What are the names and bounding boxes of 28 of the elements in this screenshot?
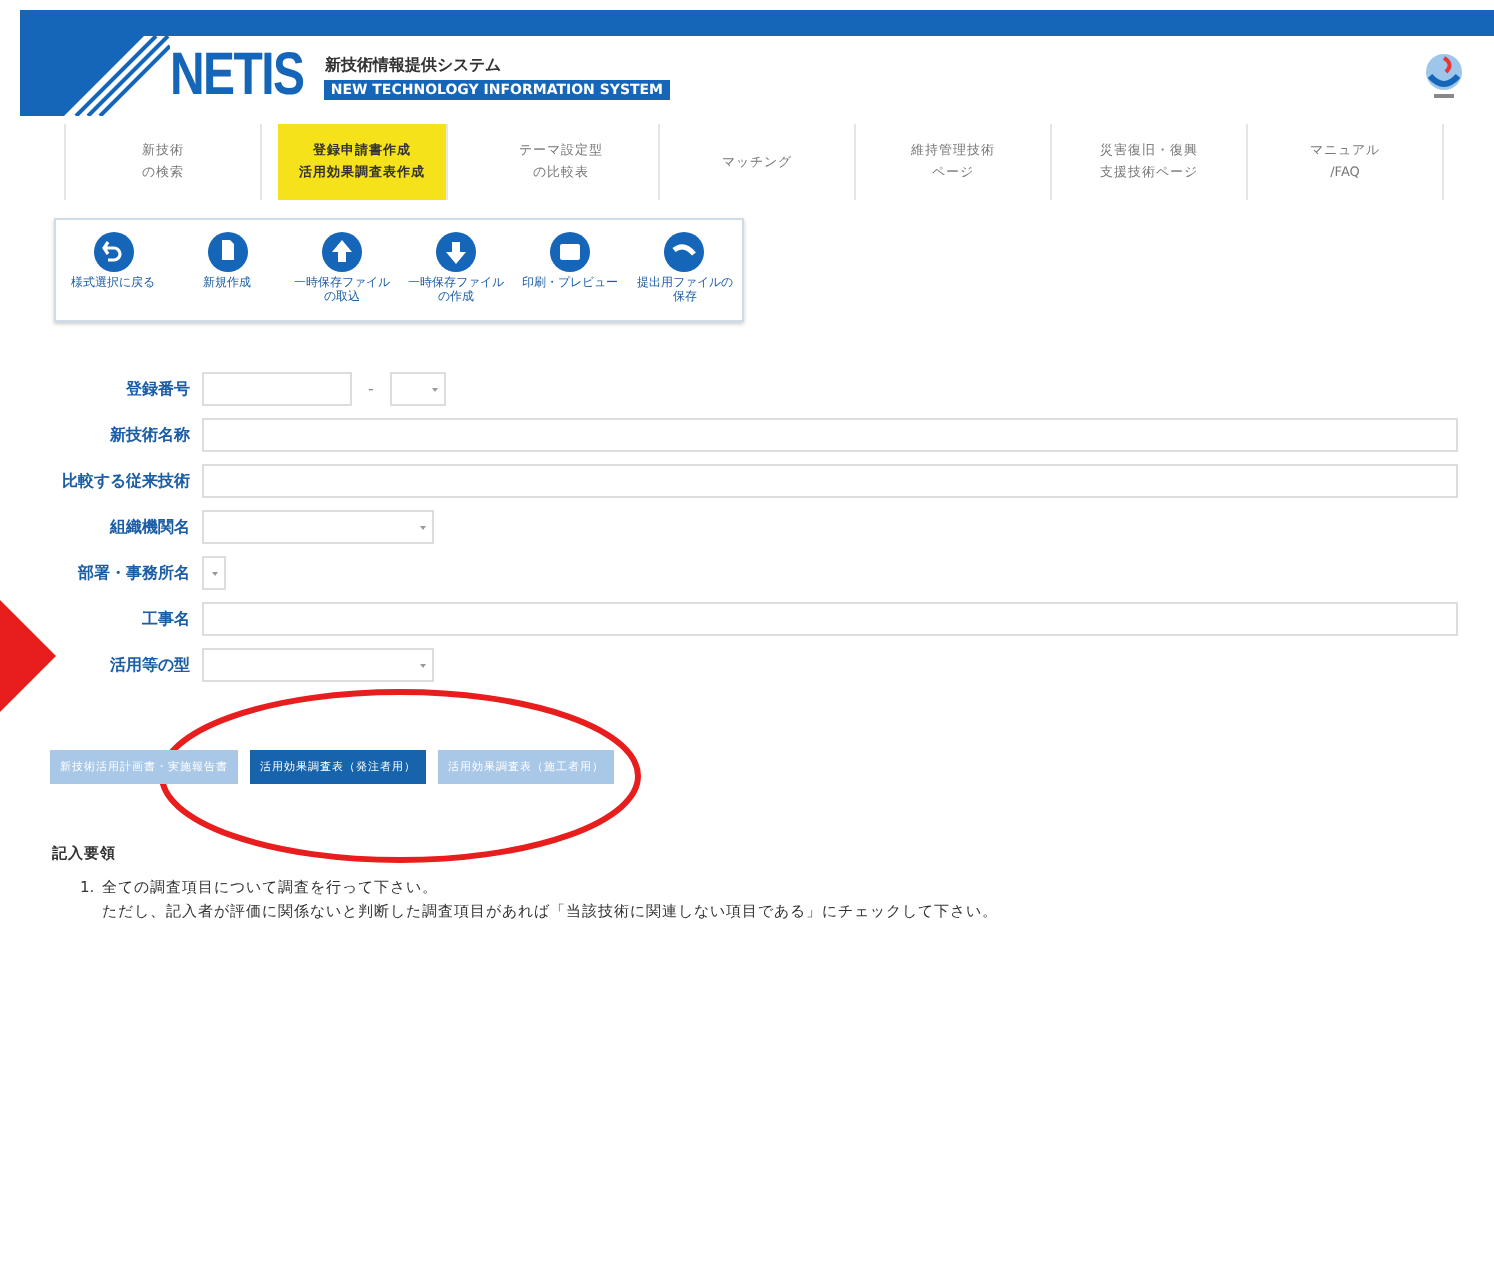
arrow-annotation-icon <box>0 600 56 712</box>
select-field[interactable] <box>202 648 434 682</box>
caret-icon <box>431 387 438 391</box>
select-field[interactable] <box>202 510 434 544</box>
printer-icon <box>550 232 591 272</box>
select-field[interactable] <box>389 372 446 406</box>
input-field[interactable] <box>202 602 1458 636</box>
emblem-icon <box>1422 52 1466 100</box>
caret-icon <box>212 571 218 575</box>
field-label: 活用等の型 <box>108 654 192 676</box>
document-icon <box>207 232 248 272</box>
separator-text: - <box>368 380 374 398</box>
input-field[interactable] <box>202 464 1458 498</box>
system-title: 新技術情報提供システム <box>324 53 503 75</box>
caret-icon <box>420 663 426 667</box>
field-label: 新技術名称 <box>108 424 192 446</box>
input-field[interactable] <box>202 372 352 406</box>
field-label: 組織機関名 <box>107 516 192 538</box>
select-field[interactable] <box>202 556 226 590</box>
field-label: 工事名 <box>140 608 192 630</box>
input-field[interactable] <box>202 418 1458 452</box>
field-label: 部署・事務所名 <box>76 562 192 584</box>
field-label: 比較する従来技術 <box>60 470 192 492</box>
return-icon <box>93 232 134 272</box>
save-icon <box>664 232 705 272</box>
field-label: 登録番号 <box>124 378 192 400</box>
logo-text: NETIS <box>170 42 304 110</box>
caret-icon <box>420 525 426 529</box>
